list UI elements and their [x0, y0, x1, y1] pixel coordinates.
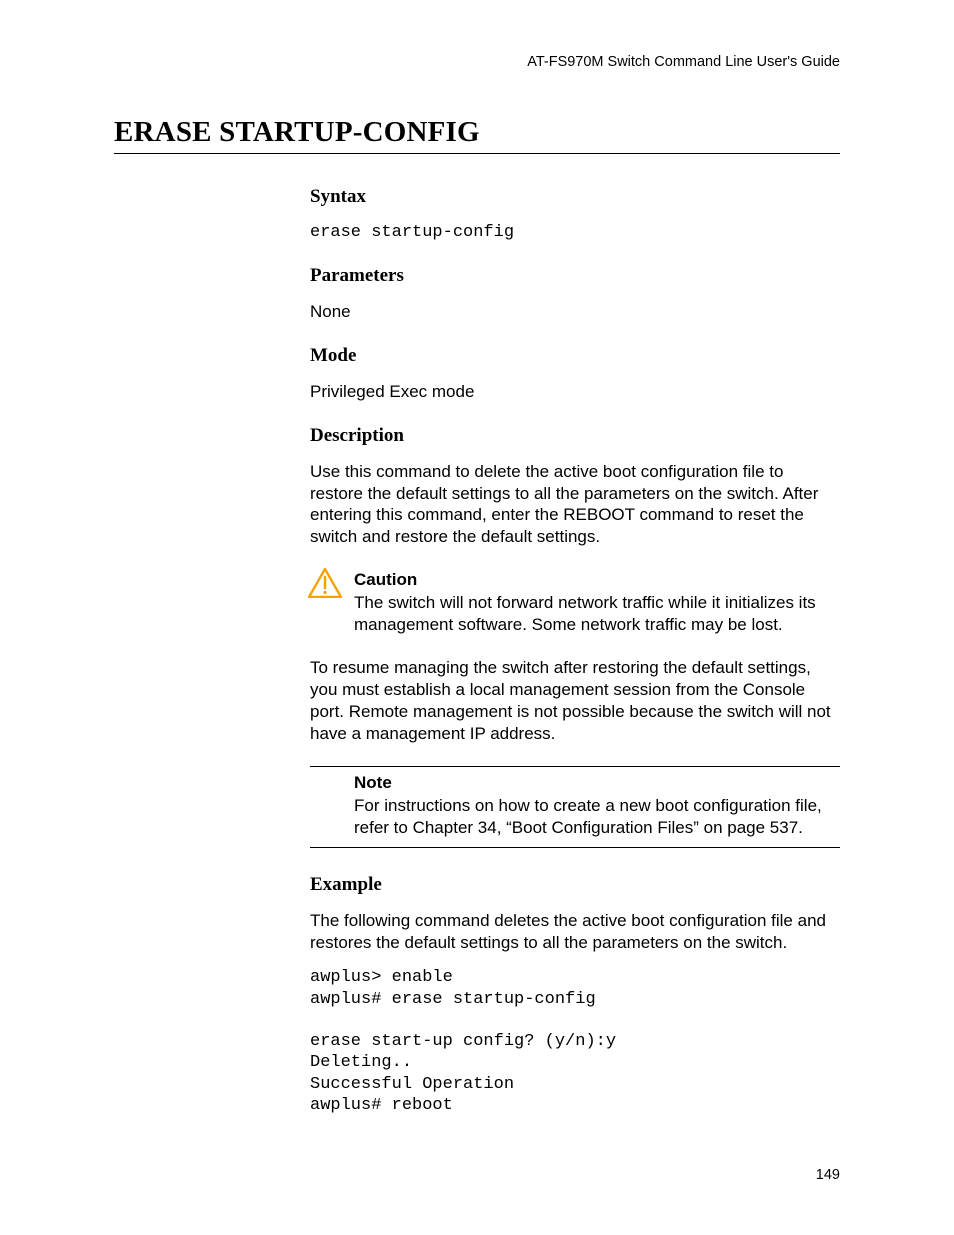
page: AT-FS970M Switch Command Line User's Gui…: [0, 0, 954, 1235]
caution-callout: Caution The switch will not forward netw…: [310, 570, 840, 636]
syntax-code: erase startup-config: [310, 222, 840, 243]
note-box: Note For instructions on how to create a…: [310, 766, 840, 848]
parameters-text: None: [310, 301, 840, 323]
running-head: AT-FS970M Switch Command Line User's Gui…: [114, 54, 840, 70]
parameters-heading: Parameters: [310, 265, 840, 287]
note-text: For instructions on how to create a new …: [354, 796, 822, 837]
syntax-heading: Syntax: [310, 186, 840, 208]
page-number: 149: [816, 1167, 840, 1183]
body-column: Syntax erase startup-config Parameters N…: [310, 156, 840, 1116]
caution-icon: [308, 568, 342, 598]
caution-text: The switch will not forward network traf…: [354, 593, 816, 634]
mode-text: Privileged Exec mode: [310, 381, 840, 403]
description-para2: To resume managing the switch after rest…: [310, 657, 840, 744]
example-code: awplus> enable awplus# erase startup-con…: [310, 967, 840, 1116]
description-para1: Use this command to delete the active bo…: [310, 461, 840, 548]
note-label: Note: [354, 773, 840, 793]
page-title: ERASE STARTUP-CONFIG: [114, 116, 840, 154]
example-intro: The following command deletes the active…: [310, 910, 840, 954]
example-heading: Example: [310, 874, 840, 896]
mode-heading: Mode: [310, 345, 840, 367]
description-heading: Description: [310, 425, 840, 447]
caution-label: Caution: [354, 570, 840, 590]
